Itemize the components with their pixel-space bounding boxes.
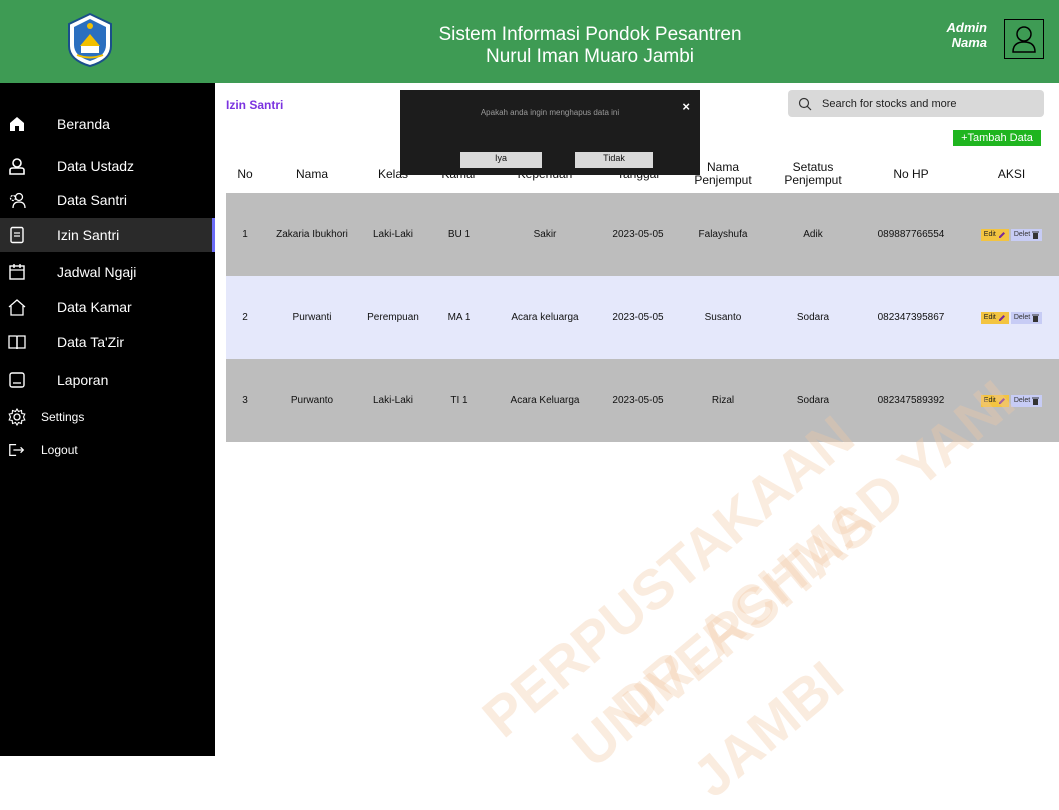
delete-button[interactable]: Delet bbox=[1010, 228, 1043, 241]
sidebar-item-izin-santri[interactable]: Izin Santri bbox=[0, 218, 215, 252]
close-icon[interactable]: × bbox=[682, 99, 690, 114]
sidebar-item-label: Jadwal Ngaji bbox=[57, 264, 137, 280]
cell-keperluan: Acara keluarga bbox=[511, 312, 579, 323]
add-data-button[interactable]: +Tambah Data bbox=[953, 130, 1041, 146]
table-row: 2 Purwanti Perempuan MA 1 Acara keluarga… bbox=[226, 276, 1059, 359]
dialog-message: Apakah anda ingin menghapus data ini bbox=[480, 108, 620, 117]
sidebar-item-label: Beranda bbox=[57, 116, 110, 132]
cell-nohp: 089887766554 bbox=[877, 229, 945, 240]
cell-kelas: Laki-Laki bbox=[372, 395, 414, 406]
cell-penjemput: Rizal bbox=[711, 395, 735, 406]
calendar-icon bbox=[8, 263, 26, 281]
delete-button[interactable]: Delet bbox=[1010, 311, 1043, 324]
home-icon bbox=[8, 115, 26, 133]
cell-nohp: 082347395867 bbox=[877, 312, 945, 323]
table-row: 1 Zakaria Ibukhori Laki-Laki BU 1 Sakir … bbox=[226, 193, 1059, 276]
sidebar-item-label: Izin Santri bbox=[57, 227, 120, 243]
sidebar-item-jadwal-ngaji[interactable]: Jadwal Ngaji bbox=[0, 255, 215, 289]
cell-tanggal: 2023-05-05 bbox=[612, 312, 664, 323]
users-icon bbox=[8, 191, 26, 209]
admin-info: Admin Nama bbox=[947, 20, 987, 50]
sidebar-item-label: Data Ta'Zir bbox=[57, 334, 124, 350]
book-icon bbox=[8, 333, 26, 351]
cell-kamar: MA 1 bbox=[447, 312, 471, 323]
cell-keperluan: Acara Keluarga bbox=[510, 395, 580, 406]
sidebar-item-label: Data Ustadz bbox=[57, 158, 135, 174]
user-avatar-icon[interactable] bbox=[1004, 19, 1044, 59]
cell-kamar: TI 1 bbox=[450, 395, 468, 406]
edit-label: Edit bbox=[983, 231, 996, 238]
app-title: Sistem Informasi Pondok Pesantren Nurul … bbox=[360, 24, 820, 68]
page-title: Izin Santri bbox=[226, 98, 284, 112]
sidebar-item-label: Data Santri bbox=[57, 192, 128, 208]
delete-confirm-dialog: Apakah anda ingin menghapus data ini × I… bbox=[400, 90, 700, 175]
admin-name-label: Nama bbox=[951, 35, 987, 50]
cell-aksi: Edit Delet bbox=[964, 193, 1059, 276]
sidebar-item-label: Logout bbox=[41, 443, 78, 457]
delete-label: Delet bbox=[1013, 397, 1031, 404]
app-header: Sistem Informasi Pondok Pesantren Nurul … bbox=[0, 0, 1059, 83]
delete-label: Delet bbox=[1013, 314, 1031, 321]
edit-label: Edit bbox=[983, 314, 996, 321]
sidebar-item-label: Laporan bbox=[57, 372, 109, 388]
cell-tanggal: 2023-05-05 bbox=[612, 395, 664, 406]
user-icon bbox=[8, 157, 26, 175]
cell-no: 2 bbox=[242, 312, 248, 323]
confirm-no-button[interactable]: Tidak bbox=[575, 152, 653, 168]
column-header: Nama bbox=[295, 166, 328, 181]
trash-icon bbox=[1032, 314, 1040, 322]
delete-label: Delet bbox=[1013, 231, 1031, 238]
trash-icon bbox=[1032, 231, 1040, 239]
cell-no: 3 bbox=[242, 395, 248, 406]
admin-label: Admin bbox=[946, 20, 987, 35]
sidebar-item-label: Data Kamar bbox=[57, 299, 132, 315]
column-header: No HP bbox=[893, 166, 929, 181]
pencil-icon bbox=[998, 231, 1005, 238]
house-outline-icon bbox=[8, 298, 26, 316]
trash-icon bbox=[1032, 397, 1040, 405]
column-header: No bbox=[237, 166, 253, 181]
cell-penjemput: Susanto bbox=[704, 312, 742, 323]
sidebar-item-beranda[interactable]: Beranda bbox=[0, 107, 215, 141]
cell-kelas: Perempuan bbox=[367, 312, 419, 323]
edit-button[interactable]: Edit bbox=[980, 228, 1009, 241]
sidebar-item-label: Settings bbox=[41, 410, 85, 424]
document-icon bbox=[8, 226, 26, 244]
column-header: Setatus Penjemput bbox=[784, 160, 842, 187]
edit-button[interactable]: Edit bbox=[980, 311, 1009, 324]
search-icon bbox=[798, 97, 812, 111]
cell-no: 1 bbox=[242, 229, 248, 240]
column-header: AKSI bbox=[997, 166, 1026, 181]
cell-status: Sodara bbox=[796, 312, 830, 323]
cell-penjemput: Falayshufa bbox=[698, 229, 748, 240]
sidebar-item-logout[interactable]: Logout bbox=[0, 433, 215, 467]
sidebar-item-data-kamar[interactable]: Data Kamar bbox=[0, 290, 215, 324]
search-input[interactable]: Search for stocks and more bbox=[788, 90, 1044, 117]
cell-aksi: Edit Delet bbox=[964, 276, 1059, 359]
cell-keperluan: Sakir bbox=[533, 229, 557, 240]
logout-icon bbox=[8, 441, 26, 459]
pesantren-logo-icon bbox=[64, 12, 116, 68]
cell-nama: Purwanti bbox=[292, 312, 332, 323]
sidebar-item-data-santri[interactable]: Data Santri bbox=[0, 183, 215, 217]
cell-kamar: BU 1 bbox=[447, 229, 471, 240]
app-title-line1: Sistem Informasi Pondok Pesantren bbox=[438, 24, 742, 45]
pencil-icon bbox=[998, 314, 1005, 321]
sidebar: Beranda Data Ustadz Data Santri Izin San… bbox=[0, 83, 215, 756]
cell-nama: Zakaria Ibukhori bbox=[276, 229, 348, 240]
report-icon bbox=[8, 371, 26, 389]
sidebar-item-laporan[interactable]: Laporan bbox=[0, 363, 215, 397]
gear-icon bbox=[8, 408, 26, 426]
cell-kelas: Laki-Laki bbox=[372, 229, 414, 240]
cell-nama: Purwanto bbox=[290, 395, 334, 406]
cell-tanggal: 2023-05-05 bbox=[612, 229, 664, 240]
search-placeholder: Search for stocks and more bbox=[822, 97, 957, 110]
confirm-yes-button[interactable]: Iya bbox=[460, 152, 542, 168]
app-title-line2: Nurul Iman Muaro Jambi bbox=[485, 46, 695, 67]
sidebar-item-settings[interactable]: Settings bbox=[0, 400, 215, 434]
sidebar-item-data-tazir[interactable]: Data Ta'Zir bbox=[0, 325, 215, 359]
cell-status: Adik bbox=[803, 229, 823, 240]
sidebar-item-data-ustadz[interactable]: Data Ustadz bbox=[0, 149, 215, 183]
